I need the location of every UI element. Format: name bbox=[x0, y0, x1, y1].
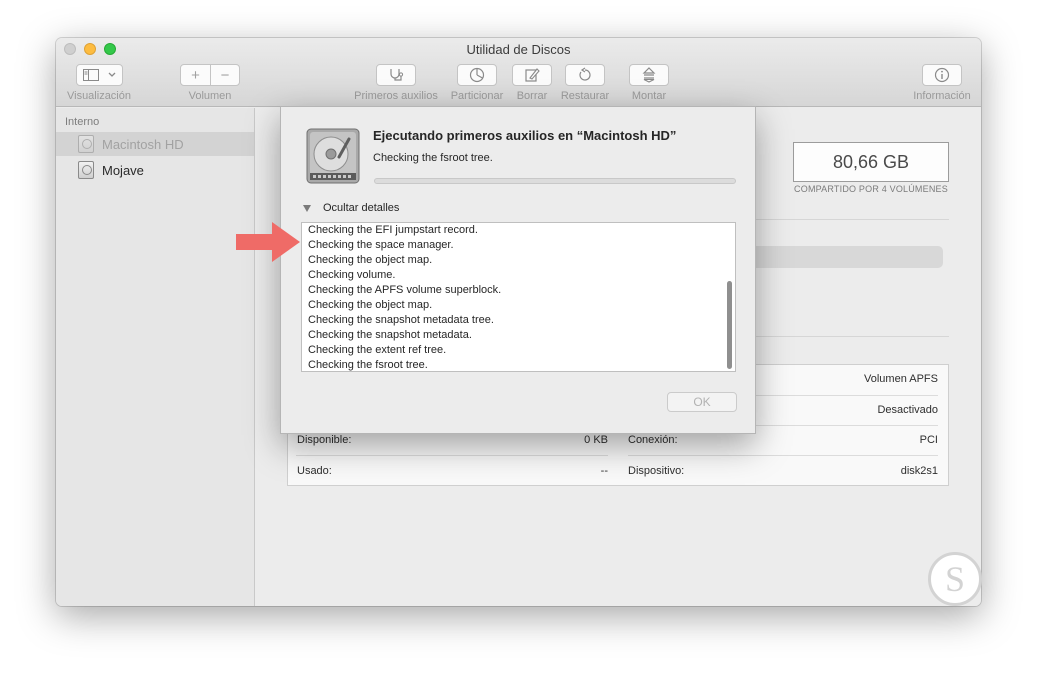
connection-value: PCI bbox=[919, 434, 938, 446]
mount-label: Montar bbox=[631, 90, 667, 102]
details-log[interactable]: Checking the EFI jumpstart record. Check… bbox=[301, 222, 736, 372]
partition-label: Particionar bbox=[450, 90, 504, 102]
dialog-status: Checking the fsroot tree. bbox=[373, 152, 493, 164]
dialog-title: Ejecutando primeros auxilios en “Macinto… bbox=[373, 128, 677, 143]
sidebar-item-mojave[interactable]: Mojave bbox=[56, 158, 254, 182]
available-value: 0 KB bbox=[584, 434, 608, 446]
first-aid-sheet: Ejecutando primeros auxilios en “Macinto… bbox=[280, 106, 756, 434]
sidebar-item-label: Mojave bbox=[102, 162, 144, 178]
log-line: Checking the space manager. bbox=[308, 239, 454, 251]
volume-segment: + − bbox=[180, 64, 240, 86]
available-label: Disponible: bbox=[297, 434, 352, 446]
used-value: -- bbox=[600, 465, 608, 477]
partition-button[interactable] bbox=[457, 64, 497, 86]
hide-details-label: Ocultar detalles bbox=[323, 202, 400, 214]
restore-label: Restaurar bbox=[560, 90, 610, 102]
info-button[interactable] bbox=[922, 64, 962, 86]
hard-drive-icon bbox=[306, 128, 360, 184]
logo-watermark: S bbox=[928, 552, 982, 606]
stethoscope-icon bbox=[390, 69, 404, 81]
ok-button[interactable]: OK bbox=[667, 392, 737, 412]
row-divider bbox=[296, 455, 608, 456]
eraser-icon bbox=[525, 68, 540, 82]
log-line: Checking the snapshot metadata. bbox=[308, 329, 472, 341]
remove-volume-button[interactable]: − bbox=[210, 65, 239, 85]
hide-details-toggle[interactable]: Ocultar detalles bbox=[303, 202, 399, 214]
sidebar-item-label: Macintosh HD bbox=[102, 136, 184, 152]
add-volume-button[interactable]: + bbox=[181, 65, 210, 85]
device-value: disk2s1 bbox=[900, 465, 938, 477]
log-line: Checking the object map. bbox=[308, 299, 433, 311]
log-line: Checking the APFS volume superblock. bbox=[308, 284, 502, 296]
info-label: Información bbox=[913, 90, 971, 102]
hard-drive-icon bbox=[78, 161, 94, 179]
restore-icon bbox=[579, 67, 591, 81]
mount-button[interactable] bbox=[629, 64, 669, 86]
chevron-down-icon bbox=[108, 72, 115, 77]
log-scrollbar[interactable] bbox=[727, 281, 732, 369]
log-line: Checking the extent ref tree. bbox=[308, 344, 447, 356]
disclosure-triangle-icon bbox=[303, 204, 311, 212]
first-aid-button[interactable] bbox=[376, 64, 416, 86]
log-line: Checking the fsroot tree. bbox=[308, 359, 428, 371]
sidebar-header-internal: Interno bbox=[65, 116, 100, 128]
first-aid-label: Primeros auxilios bbox=[354, 90, 438, 102]
capacity-box: 80,66 GB bbox=[793, 142, 949, 182]
view-button[interactable] bbox=[76, 64, 123, 86]
info-icon bbox=[934, 67, 950, 83]
log-line: Checking volume. bbox=[308, 269, 396, 281]
restore-button[interactable] bbox=[565, 64, 605, 86]
connection-label: Conexión: bbox=[628, 434, 678, 446]
view-label: Visualización bbox=[66, 90, 131, 102]
row-divider bbox=[628, 455, 938, 456]
erase-button[interactable] bbox=[512, 64, 552, 86]
sidebar-view-icon bbox=[82, 69, 99, 81]
log-line: Checking the EFI jumpstart record. bbox=[308, 224, 478, 236]
divider bbox=[730, 336, 949, 337]
divider bbox=[730, 219, 949, 220]
titlebar-toolbar: Utilidad de Discos Visualización + − Vol… bbox=[56, 38, 981, 107]
device-label: Dispositivo: bbox=[628, 465, 685, 477]
pie-partition-icon bbox=[469, 67, 485, 83]
sidebar-item-macintosh-hd[interactable]: Macintosh HD bbox=[56, 132, 254, 156]
usage-bar bbox=[730, 246, 943, 268]
log-line: Checking the object map. bbox=[308, 254, 433, 266]
sidebar: Interno Macintosh HD Mojave bbox=[56, 108, 255, 606]
log-line: Checking the snapshot metadata tree. bbox=[308, 314, 494, 326]
hard-drive-icon bbox=[78, 135, 94, 153]
progress-bar bbox=[374, 178, 736, 184]
arrow-right-icon bbox=[236, 222, 300, 262]
capacity-subtitle: COMPARTIDO POR 4 VOLÚMENES bbox=[794, 184, 948, 194]
used-label: Usado: bbox=[297, 465, 332, 477]
erase-label: Borrar bbox=[516, 90, 548, 102]
mount-icon bbox=[642, 67, 656, 83]
volume-label: Volumen bbox=[188, 90, 232, 102]
window-title: Utilidad de Discos bbox=[466, 42, 571, 57]
